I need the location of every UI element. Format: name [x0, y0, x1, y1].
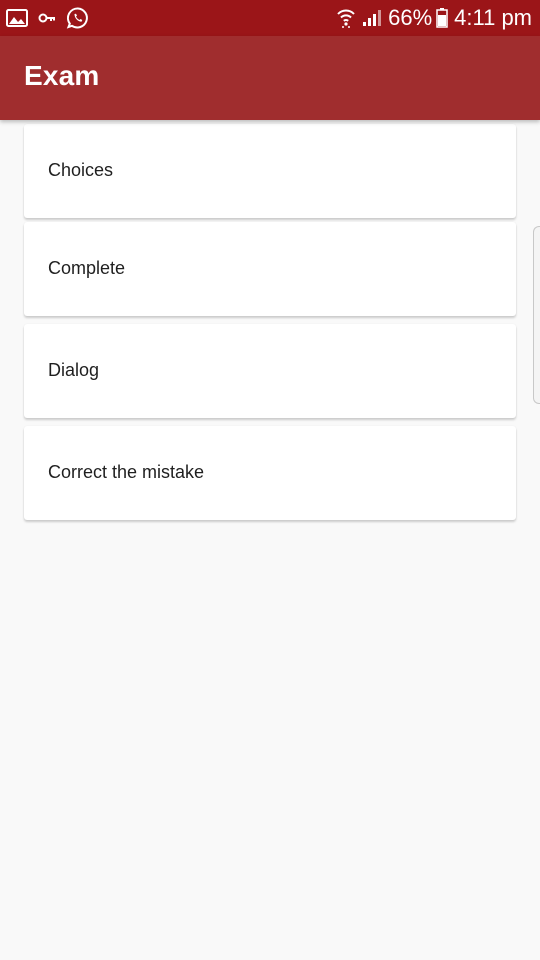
- app-bar: Exam: [0, 36, 540, 120]
- list-item-correct-the-mistake[interactable]: Correct the mistake: [24, 426, 516, 520]
- list-item-dialog[interactable]: Dialog: [24, 324, 516, 418]
- list-item-label: Complete: [48, 258, 126, 278]
- wifi-icon: [336, 7, 356, 29]
- key-icon: [38, 11, 56, 25]
- list-item-label: Correct the mistake: [48, 462, 205, 482]
- image-icon: [6, 9, 28, 27]
- status-bar: 66% 4:11 pm: [0, 0, 540, 36]
- whatsapp-icon: [66, 6, 90, 30]
- battery-percent: 66%: [388, 5, 433, 30]
- system-status: 66% 4:11 pm: [336, 4, 532, 32]
- notification-icons: [6, 6, 100, 30]
- edge-panel-handle[interactable]: [533, 226, 540, 404]
- page-title: Exam: [24, 60, 100, 91]
- list-item-choices[interactable]: Choices: [24, 124, 516, 218]
- list-item-complete[interactable]: Complete: [24, 222, 516, 316]
- battery-icon: [436, 8, 448, 28]
- list-item-label: Dialog: [48, 360, 100, 380]
- clock: 4:11 pm: [454, 5, 532, 30]
- signal-icon: [362, 9, 382, 27]
- list-item-label: Choices: [48, 160, 114, 180]
